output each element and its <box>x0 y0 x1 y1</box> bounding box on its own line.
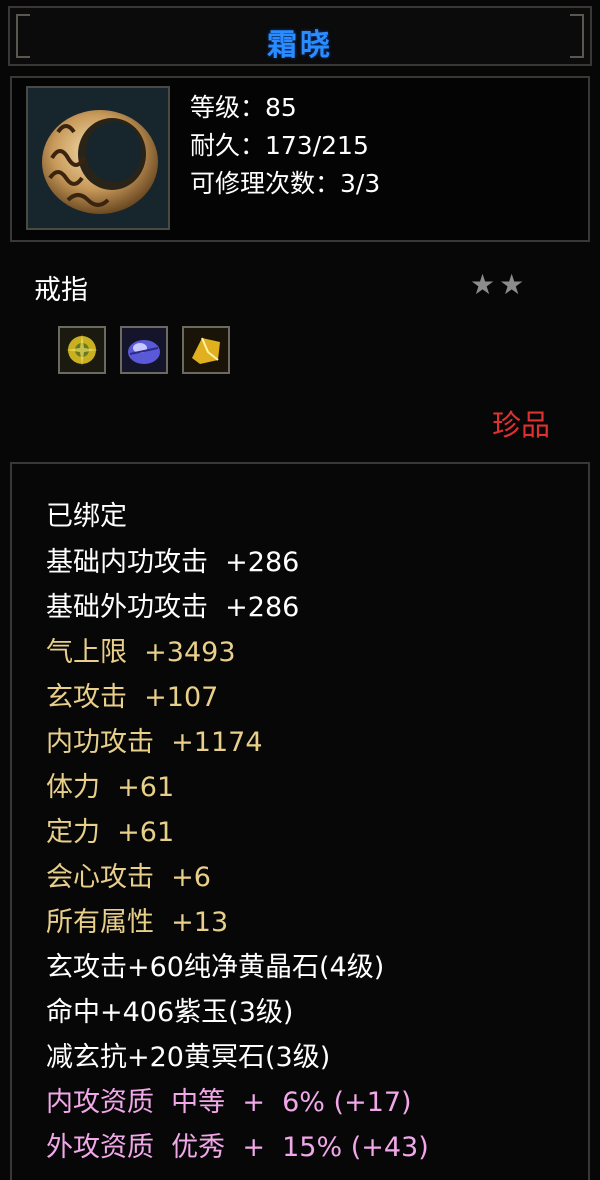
item-type: 戒指 <box>34 275 88 306</box>
star-icon: ★ <box>470 268 496 301</box>
attribute-line: 定力 +61 <box>46 817 175 848</box>
attribute-line: 气上限 +3493 <box>46 637 236 668</box>
attribute-line: 内功攻击 +1174 <box>46 727 263 758</box>
item-name: 霜晓 <box>267 28 333 63</box>
attribute-line: 体力 +61 <box>46 772 175 803</box>
item-tooltip: 霜晓 等级：85 耐久：173/215 可修理次数：3/3 戒指 ★ ★ 珍品 … <box>0 0 600 1180</box>
aptitude-line: 内攻资质 中等 + 6% (+17) <box>46 1087 412 1118</box>
attribute-line: 基础内功攻击 +286 <box>46 547 300 578</box>
item-info-panel: 等级：85 耐久：173/215 可修理次数：3/3 <box>10 76 590 242</box>
gem-bonus-line: 玄攻击+60纯净黄晶石(4级) <box>46 952 385 983</box>
attribute-line: 玄攻击 +107 <box>46 682 219 713</box>
star-icon: ★ <box>499 268 525 301</box>
item-repair-count: 可修理次数：3/3 <box>190 169 381 198</box>
star-rating: ★ ★ <box>470 268 528 301</box>
bound-status: 已绑定 <box>46 501 127 532</box>
yellow-stone-gem-icon[interactable] <box>182 326 230 374</box>
attribute-line: 基础外功攻击 +286 <box>46 592 300 623</box>
purple-jade-gem-icon[interactable] <box>120 326 168 374</box>
attributes-panel: 已绑定 基础内功攻击 +286 基础外功攻击 +286 气上限 +3493 玄攻… <box>10 462 590 1180</box>
item-durability: 耐久：173/215 <box>190 131 369 160</box>
attribute-line: 会心攻击 +6 <box>46 862 211 893</box>
item-level: 等级：85 <box>190 93 297 122</box>
attribute-line: 所有属性 +13 <box>46 907 229 938</box>
gem-bonus-line: 减玄抗+20黄冥石(3级) <box>46 1042 331 1073</box>
yellow-crystal-gem-icon[interactable] <box>58 326 106 374</box>
ring-icon <box>26 86 170 230</box>
aptitude-line: 外攻资质 优秀 + 15% (+43) <box>46 1132 429 1163</box>
rarity-label: 珍品 <box>492 408 551 442</box>
title-bar: 霜晓 <box>8 6 592 66</box>
gem-bonus-line: 命中+406紫玉(3级) <box>46 997 294 1028</box>
